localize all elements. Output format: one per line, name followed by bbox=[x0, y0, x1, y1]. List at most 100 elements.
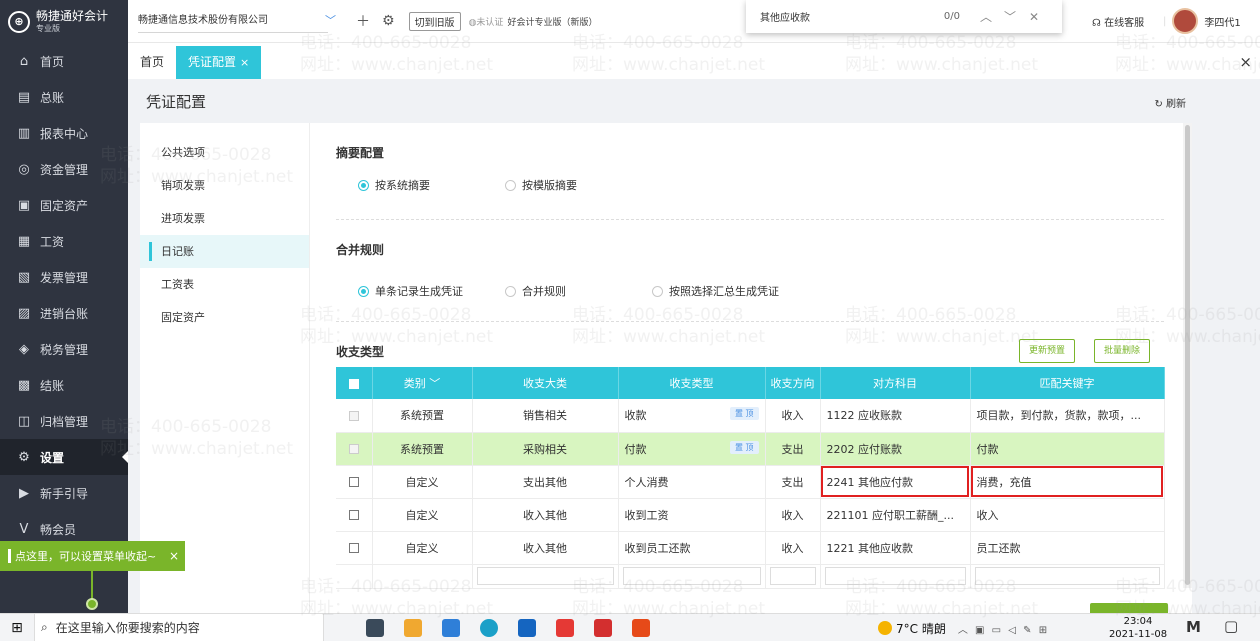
table-row[interactable]: 系统预置 采购相关置 顶付款 支出 2202 应付账款 付款 bbox=[336, 432, 1165, 466]
cell-major: 收入其他 bbox=[472, 498, 619, 532]
find-next-icon[interactable]: ﹀ bbox=[998, 8, 1022, 25]
sidebar-item-money[interactable]: ◎ 资金管理 bbox=[0, 151, 128, 187]
sidebar-item-gear[interactable]: ⚙ 设置 bbox=[0, 439, 128, 475]
scrollbar-thumb[interactable] bbox=[1185, 125, 1190, 585]
notification-icon[interactable]: ▢ bbox=[1224, 617, 1238, 635]
new-row-input[interactable] bbox=[622, 567, 761, 585]
tooltip-close-icon[interactable]: × bbox=[169, 549, 179, 563]
taskbar-search-input[interactable]: ⌕ 在这里输入你要搜索的内容 bbox=[34, 613, 324, 641]
avatar[interactable] bbox=[1172, 8, 1199, 34]
income-expense-title: 收支类型 bbox=[336, 345, 385, 359]
subnav-item[interactable]: 工资表 bbox=[140, 268, 309, 301]
windows-start-icon[interactable]: ⊞ bbox=[0, 620, 34, 636]
sidebar-item-invoice[interactable]: ▧ 发票管理 bbox=[0, 259, 128, 295]
save-button-partial[interactable] bbox=[1090, 603, 1168, 613]
row-checkbox[interactable] bbox=[348, 543, 359, 553]
find-close-icon[interactable]: ✕ bbox=[1022, 10, 1046, 24]
tab-home[interactable]: 首页 bbox=[128, 46, 176, 79]
new-row-input[interactable] bbox=[824, 567, 966, 585]
new-row-input[interactable] bbox=[769, 567, 816, 585]
sidebar-item-home[interactable]: ⌂ 首页 bbox=[0, 43, 128, 79]
radio-merge-rule[interactable]: 合并规则 bbox=[505, 283, 566, 299]
config-subnav: 公共选项 销项发票 进项发票 日记账 工资表 固定资产 bbox=[140, 123, 309, 613]
find-input[interactable]: 其他应收款 bbox=[760, 9, 910, 24]
cell-keywords: 消费，充值 bbox=[970, 465, 1165, 499]
select-all-checkbox[interactable] bbox=[336, 367, 373, 399]
batch-delete-button[interactable]: 批量删除 bbox=[1094, 339, 1151, 363]
tab-bar: 首页 凭证配置 × × bbox=[128, 43, 1260, 79]
radio-summary-by-selection[interactable]: 按照选择汇总生成凭证 bbox=[652, 283, 779, 299]
wps-office-icon[interactable] bbox=[632, 618, 650, 637]
switch-old-version-button[interactable]: 切到旧版 bbox=[408, 11, 461, 31]
table-row[interactable]: 自定义 支出其他 个人消费 支出 2241 其他应付款 消费，充值 bbox=[336, 465, 1165, 499]
table-row[interactable]: 自定义 收入其他 收到工资 收入 221101 应付职工薪酬_... 收入 bbox=[336, 498, 1165, 532]
close-all-tabs-icon[interactable]: × bbox=[1239, 53, 1252, 71]
system-clock[interactable]: 23:04 2021-11-08 bbox=[1108, 615, 1168, 641]
sidebar-item-chart[interactable]: ▥ 报表中心 bbox=[0, 115, 128, 151]
settings-gear-icon[interactable]: ⚙ bbox=[382, 13, 395, 29]
online-service-button[interactable]: ☊ 在线客服 bbox=[1092, 14, 1144, 29]
tab-voucher-config[interactable]: 凭证配置 × bbox=[176, 46, 262, 79]
col-category[interactable]: 类别 ﹀ bbox=[372, 367, 473, 399]
mail-app-icon[interactable] bbox=[518, 618, 536, 637]
file-explorer-app-icon[interactable] bbox=[404, 618, 422, 637]
cell-category: 自定义 bbox=[372, 465, 473, 499]
row-checkbox[interactable] bbox=[348, 510, 359, 520]
sidebar-item-guide[interactable]: ▶ 新手引导 bbox=[0, 475, 128, 511]
update-preset-button[interactable]: 更新预置 bbox=[1019, 339, 1076, 363]
tab-close-icon[interactable]: × bbox=[240, 56, 249, 69]
calculator-app-icon[interactable] bbox=[366, 618, 384, 637]
cell-keywords: 员工还款 bbox=[970, 531, 1165, 565]
sidebar-item-ledger[interactable]: ▤ 总账 bbox=[0, 79, 128, 115]
radio-system-summary[interactable]: 按系统摘要 bbox=[358, 177, 430, 193]
store-app-icon[interactable] bbox=[442, 618, 460, 637]
tooltip-anchor-dot[interactable] bbox=[86, 598, 98, 610]
pin-top-button[interactable]: 置 顶 bbox=[729, 407, 759, 421]
radio-single-record[interactable]: 单条记录生成凭证 bbox=[358, 283, 463, 299]
cell-category: 系统预置 bbox=[372, 399, 473, 433]
table-row[interactable]: 自定义 收入其他 收到员工还款 收入 1221 其他应收款 员工还款 bbox=[336, 531, 1165, 565]
subnav-item[interactable]: 进项发票 bbox=[140, 202, 309, 235]
subnav-item[interactable]: 公共选项 bbox=[140, 136, 309, 169]
wps-pdf-icon[interactable] bbox=[556, 618, 574, 637]
company-select[interactable]: 畅捷通信息技术股份有限公司 ﹀ bbox=[138, 9, 336, 33]
input-method-icon[interactable]: M bbox=[1186, 618, 1201, 636]
sidebar-item-label: 发票管理 bbox=[40, 270, 89, 285]
subnav-item[interactable]: 固定资产 bbox=[140, 301, 309, 334]
tooltip-text: 点这里，可以设置菜单收起~ bbox=[15, 550, 157, 563]
brand-logo[interactable]: ⊕ 畅捷通好会计 专业版 bbox=[0, 0, 128, 43]
edge-browser-icon[interactable] bbox=[480, 618, 498, 637]
tray-icons[interactable]: ︿ ▣ ▭ ◁ ✎ ⊞ bbox=[958, 621, 1049, 636]
user-menu[interactable]: | 李四代1 bbox=[1163, 8, 1241, 34]
sidebar-item-archive[interactable]: ◫ 归档管理 bbox=[0, 403, 128, 439]
add-icon[interactable]: ＋ bbox=[356, 11, 370, 31]
sidebar-item-salary[interactable]: ▦ 工资 bbox=[0, 223, 128, 259]
headset-icon: ☊ bbox=[1092, 18, 1101, 29]
sidebar-item-tax[interactable]: ◈ 税务管理 bbox=[0, 331, 128, 367]
sidebar-item-label: 税务管理 bbox=[40, 342, 89, 357]
vertical-scrollbar[interactable] bbox=[1183, 123, 1192, 588]
subnav-item[interactable]: 销项发票 bbox=[140, 169, 309, 202]
subnav-item[interactable]: 日记账 bbox=[140, 235, 309, 268]
new-row-input[interactable] bbox=[974, 567, 1160, 585]
find-prev-icon[interactable]: ︿ bbox=[974, 8, 998, 25]
row-checkbox[interactable] bbox=[348, 477, 359, 487]
page-title: 凭证配置 bbox=[146, 92, 207, 111]
pin-top-button[interactable]: 置 顶 bbox=[729, 440, 759, 454]
cell-direction: 支出 bbox=[765, 432, 821, 466]
new-row-inputs bbox=[336, 564, 1165, 589]
taskbar-apps bbox=[366, 618, 650, 637]
new-row-input[interactable] bbox=[476, 567, 614, 585]
sidebar-item-inventory[interactable]: ▨ 进销台账 bbox=[0, 295, 128, 331]
refresh-button[interactable]: ↻ 刷新 bbox=[1154, 95, 1186, 110]
sidebar-item-close-book[interactable]: ▩ 结账 bbox=[0, 367, 128, 403]
cell-direction: 收入 bbox=[765, 399, 821, 433]
sidebar-item-asset[interactable]: ▣ 固定资产 bbox=[0, 187, 128, 223]
auth-status: ◍未认证 bbox=[468, 17, 504, 28]
system-tray: 7°C 晴朗 ︿ ▣ ▭ ◁ ✎ ⊞ bbox=[878, 614, 1049, 641]
table-header-row: 类别 ﹀ 收支大类 收支类型 收支方向 对方科目 匹配关键字 bbox=[336, 367, 1165, 399]
cell-select bbox=[336, 432, 373, 466]
wps-writer-icon[interactable] bbox=[594, 618, 612, 637]
table-row[interactable]: 系统预置 销售相关置 顶收款 收入 1122 应收账款 项目款，到付款，货款，款项，..… bbox=[336, 399, 1165, 433]
radio-template-summary[interactable]: 按模版摘要 bbox=[505, 177, 577, 193]
